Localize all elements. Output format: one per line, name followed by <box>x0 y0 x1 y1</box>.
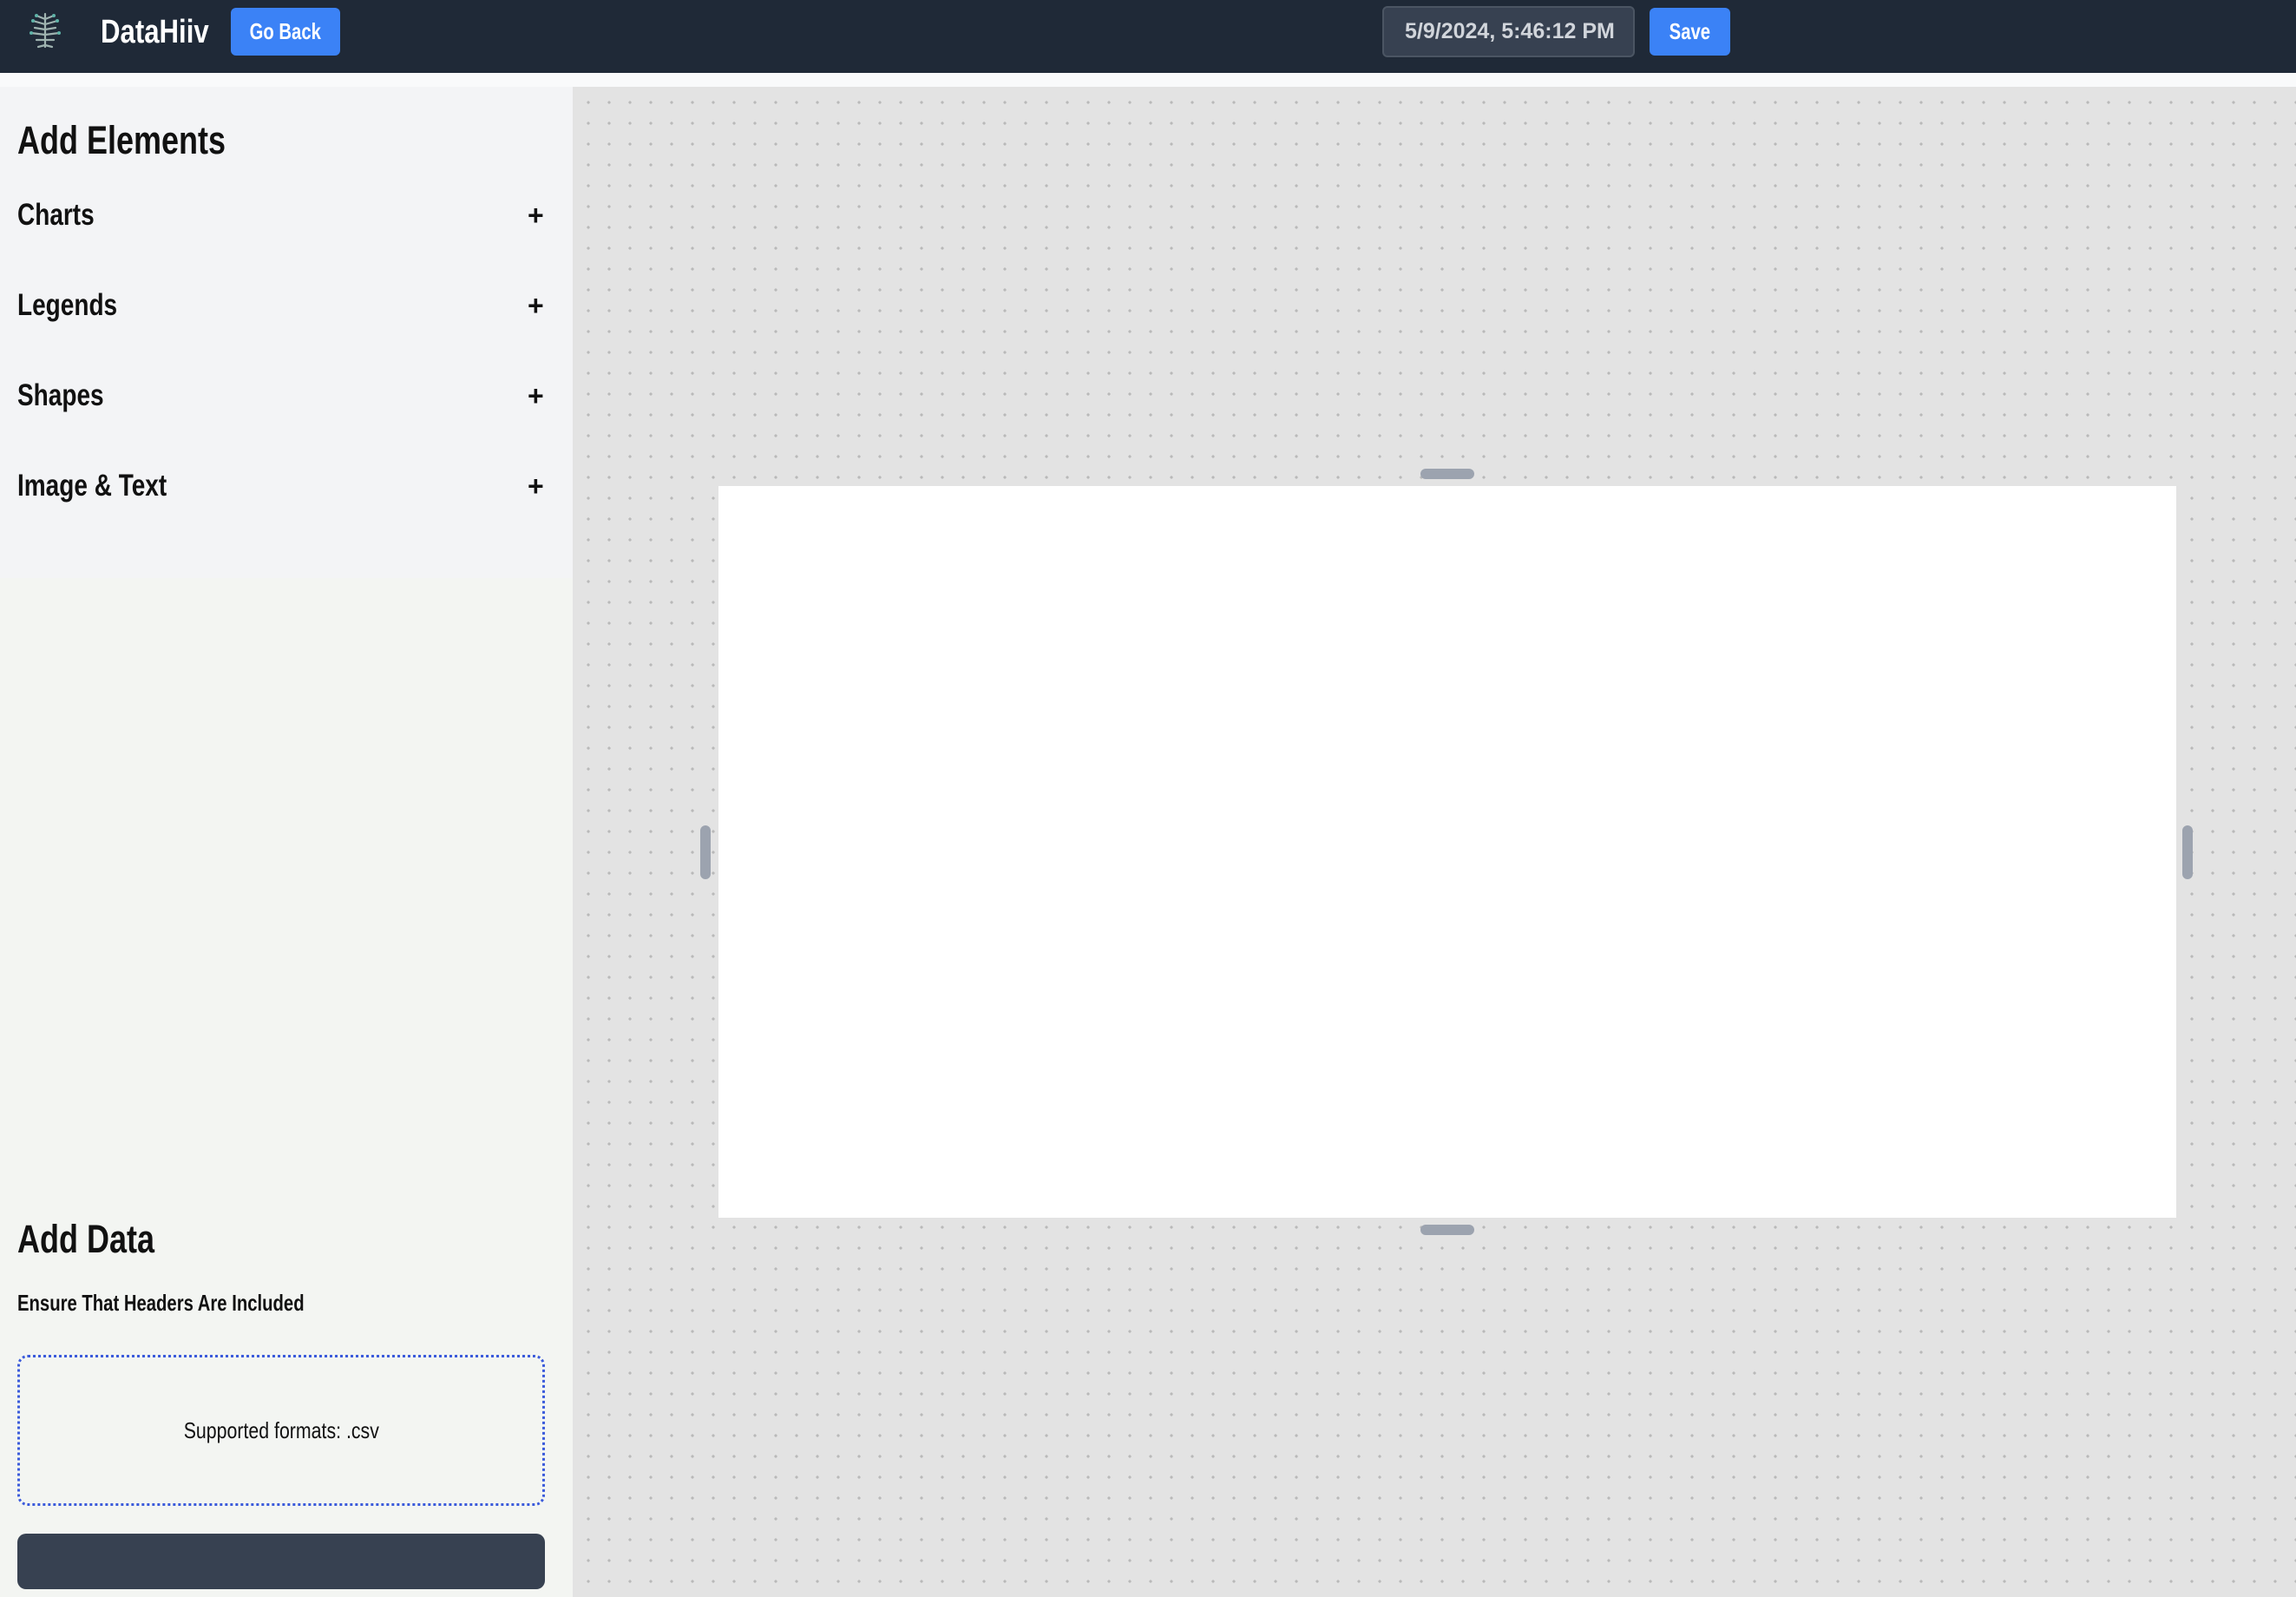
resize-handle-top[interactable] <box>1420 469 1474 479</box>
resize-handle-bottom[interactable] <box>1420 1225 1474 1235</box>
dropzone-text: Supported formats: .csv <box>183 1416 379 1443</box>
header-divider <box>0 73 2296 87</box>
add-elements-panel: Add Elements Charts + Legends + Shapes +… <box>0 87 573 578</box>
csv-dropzone[interactable]: Supported formats: .csv <box>17 1355 545 1506</box>
section-legends[interactable]: Legends + <box>0 278 573 338</box>
timestamp-input[interactable] <box>1382 6 1635 57</box>
top-navbar: DataHiiv Go Back Save <box>0 0 2296 73</box>
go-back-label: Go Back <box>249 18 322 44</box>
section-label: Charts <box>17 198 95 232</box>
app-title: DataHiiv <box>101 14 209 50</box>
section-image-text[interactable]: Image & Text + <box>0 458 573 519</box>
add-data-heading: Add Data <box>17 1217 155 1261</box>
go-back-button[interactable]: Go Back <box>231 8 340 56</box>
section-shapes[interactable]: Shapes + <box>0 368 573 429</box>
plus-icon[interactable]: + <box>528 200 544 232</box>
sidebar: Add Elements Charts + Legends + Shapes +… <box>0 87 573 1597</box>
brain-tree-icon <box>26 9 64 52</box>
plus-icon[interactable]: + <box>528 470 544 503</box>
save-label: Save <box>1669 18 1711 44</box>
artboard[interactable] <box>718 486 2176 1218</box>
plus-icon[interactable]: + <box>528 380 544 412</box>
resize-handle-left[interactable] <box>700 825 711 879</box>
resize-handle-right[interactable] <box>2182 825 2193 879</box>
save-button[interactable]: Save <box>1650 8 1730 56</box>
section-label: Legends <box>17 288 118 322</box>
plus-icon[interactable]: + <box>528 290 544 322</box>
add-elements-heading: Add Elements <box>17 118 226 162</box>
upload-button[interactable] <box>17 1534 545 1589</box>
headers-hint: Ensure That Headers Are Included <box>17 1290 305 1316</box>
section-label: Image & Text <box>17 469 167 503</box>
section-charts[interactable]: Charts + <box>0 187 573 248</box>
section-label: Shapes <box>17 378 104 412</box>
